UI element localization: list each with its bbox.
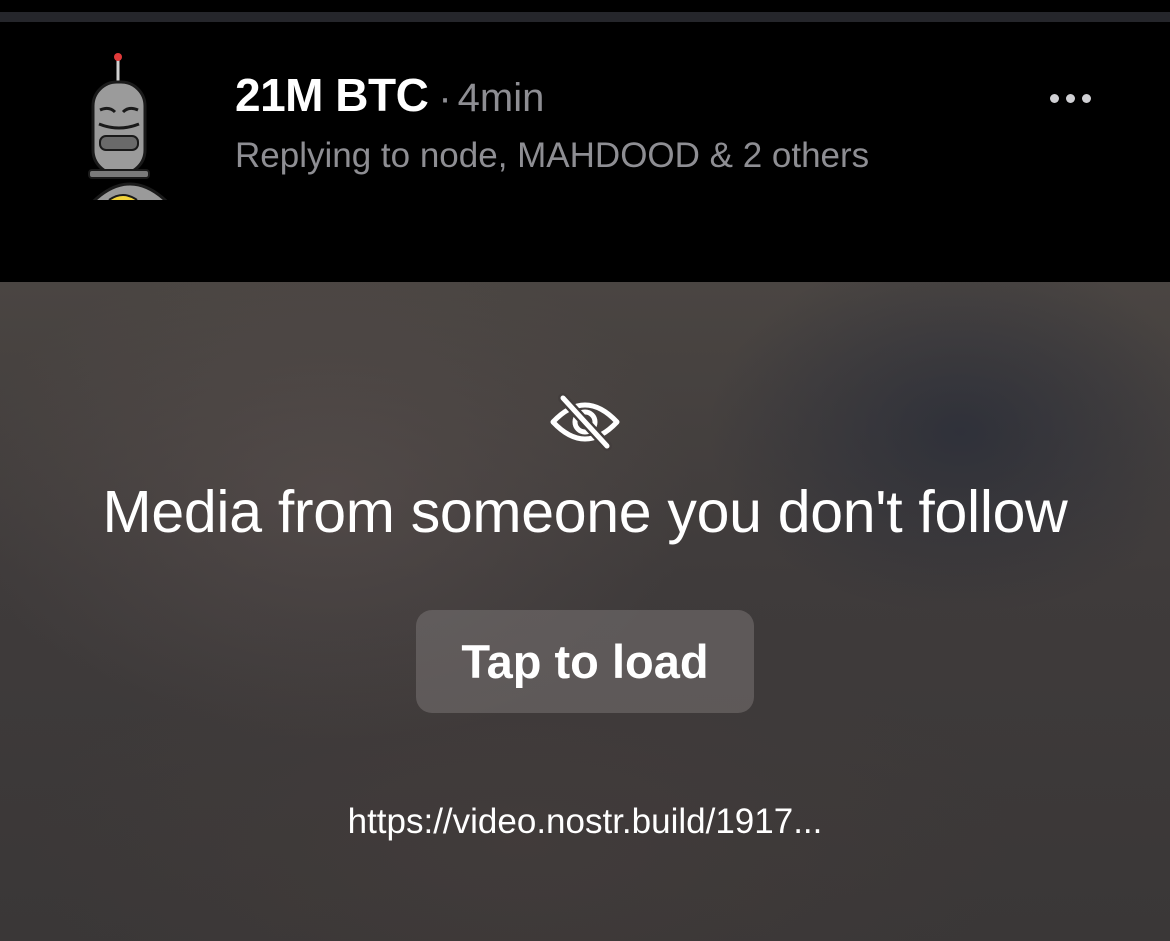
ellipsis-icon bbox=[1049, 93, 1059, 103]
separator-dot: · bbox=[438, 76, 452, 120]
hidden-media-panel: Media from someone you don't follow Tap … bbox=[0, 282, 1170, 941]
post-time: 4min bbox=[457, 76, 545, 120]
post-header: 21M BTC · 4min Replying to node, MAHDOOD… bbox=[0, 22, 1170, 282]
reply-context[interactable]: Replying to node, MAHDOOD & 2 others bbox=[235, 136, 869, 176]
more-options-button[interactable] bbox=[1040, 86, 1100, 110]
media-url-link[interactable]: https://video.nostr.build/1917... bbox=[0, 802, 1170, 842]
top-divider bbox=[0, 12, 1170, 22]
ellipsis-icon bbox=[1065, 93, 1075, 103]
robot-avatar-icon[interactable] bbox=[75, 50, 185, 210]
ellipsis-icon bbox=[1081, 93, 1091, 103]
author-name[interactable]: 21M BTC bbox=[235, 68, 429, 122]
top-strip bbox=[0, 0, 1170, 12]
media-hidden-message: Media from someone you don't follow bbox=[102, 479, 1068, 545]
author-row: 21M BTC · 4min bbox=[235, 68, 545, 122]
eye-slash-icon bbox=[545, 392, 625, 452]
tap-to-load-button[interactable]: Tap to load bbox=[416, 610, 754, 713]
post-view: 21M BTC · 4min Replying to node, MAHDOOD… bbox=[0, 0, 1170, 941]
